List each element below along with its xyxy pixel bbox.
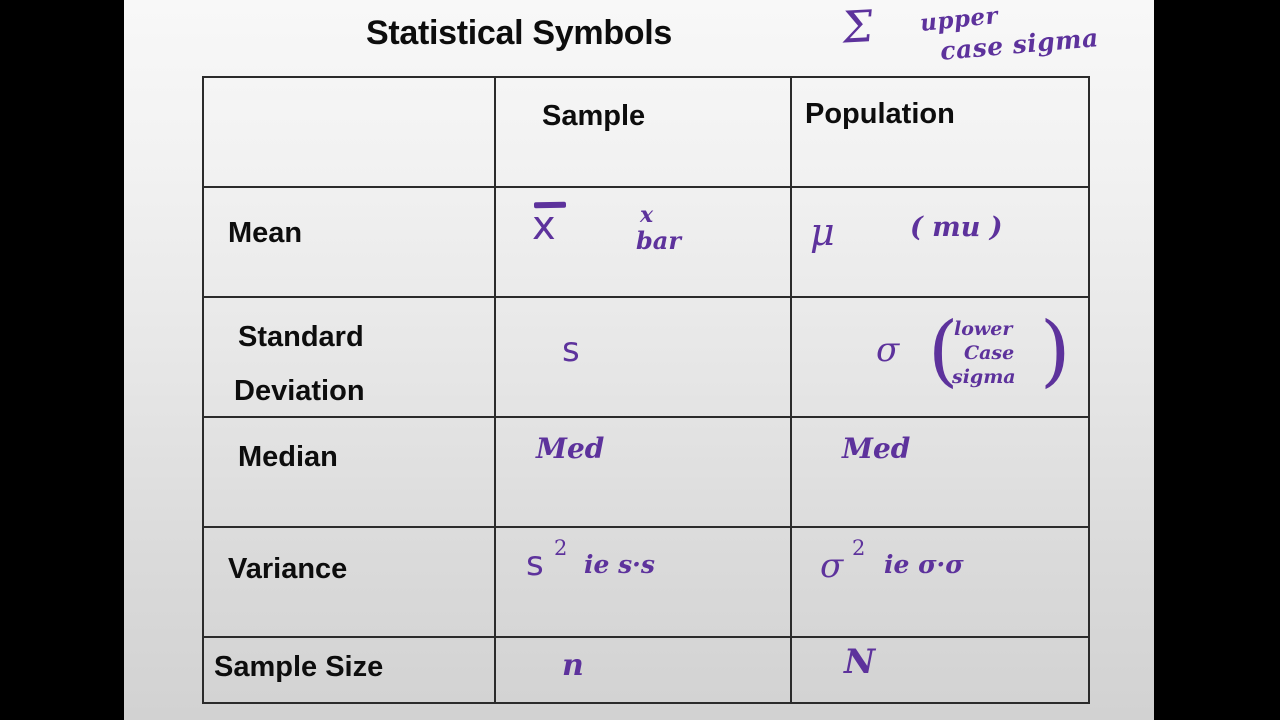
sample-size-n-symbol: n [562, 648, 584, 683]
slide-viewer: Statistical Symbols Σ upper case sigma S… [0, 0, 1280, 720]
paren-close: ) [1040, 306, 1071, 396]
s-symbol: s [562, 330, 580, 370]
row-label-cell-standard-deviation: Standard Deviation [204, 298, 496, 416]
median-sample-symbol: Med [536, 432, 605, 465]
row-label-cell-variance: Variance [204, 528, 496, 636]
sigma-note-line-1: lower [954, 318, 1013, 340]
population-cell-sample-size: N [792, 638, 1088, 702]
variance-population-suffix: ie σ·σ [884, 550, 964, 579]
sample-cell-standard-deviation: s [496, 298, 792, 416]
table-header-row: Sample Population [204, 78, 1088, 188]
row-label-median: Median [238, 441, 338, 473]
table-row-standard-deviation: Standard Deviation s σ ( ) lower Case si… [204, 298, 1088, 418]
sample-cell-median: Med [496, 418, 792, 526]
variance-sample-suffix: ie s·s [584, 550, 655, 579]
sample-cell-mean: x x bar [496, 188, 792, 296]
handwritten-sigma-annotation: Σ upper case sigma [839, 1, 1142, 72]
table-row-variance: Variance s 2 ie s·s σ 2 ie σ·σ [204, 528, 1088, 638]
slide-canvas: Statistical Symbols Σ upper case sigma S… [124, 0, 1154, 720]
sigma-note-line-2: Case [964, 342, 1015, 364]
row-label-standard: Standard [238, 321, 364, 353]
row-label-cell-sample-size: Sample Size [204, 638, 496, 702]
sample-cell-variance: s 2 ie s·s [496, 528, 792, 636]
variance-population-symbol: σ [820, 546, 844, 586]
table-row-mean: Mean x x bar μ ( mu ) [204, 188, 1088, 298]
population-cell-median: Med [792, 418, 1088, 526]
sample-cell-sample-size: n [496, 638, 792, 702]
row-label-mean: Mean [228, 217, 303, 249]
uppercase-sigma-icon: Σ [839, 1, 876, 54]
header-cell-blank [204, 78, 496, 186]
population-cell-mean: μ ( mu ) [792, 188, 1088, 296]
page-title: Statistical Symbols [365, 14, 673, 52]
header-sample-label: Sample [542, 100, 646, 132]
table-row-median: Median Med Med [204, 418, 1088, 528]
sigma-note-line-3: sigma [952, 366, 1016, 388]
population-cell-variance: σ 2 ie σ·σ [792, 528, 1088, 636]
letterbox-bar-left [0, 0, 124, 720]
sigma-symbol: σ [876, 330, 900, 370]
letterbox-bar-right [1154, 0, 1280, 720]
row-label-deviation: Deviation [234, 375, 365, 407]
statistical-symbols-table: Sample Population Mean x x bar μ (mu) … [202, 76, 1090, 704]
row-label-cell-median: Median [204, 418, 496, 526]
row-label-variance: Variance [228, 553, 348, 585]
x-bar-note-line-2: bar [636, 226, 681, 255]
variance-sample-exponent: 2 [554, 536, 568, 560]
header-cell-population: Population [792, 78, 1088, 186]
row-label-cell-mean: Mean [204, 188, 496, 296]
mu-symbol: μ [810, 210, 835, 254]
header-population-label: Population [805, 98, 955, 130]
x-bar-note-line-1: x [640, 202, 654, 228]
median-population-symbol: Med [842, 432, 911, 465]
header-cell-sample: Sample [496, 78, 792, 186]
row-label-sample-size: Sample Size [214, 651, 384, 683]
population-cell-standard-deviation: σ ( ) lower Case sigma [792, 298, 1088, 416]
x-glyph: x [532, 203, 556, 249]
mu-note: ( mu ) [910, 212, 1003, 243]
variance-sample-symbol: s [526, 544, 544, 584]
sample-size-N-symbol: N [844, 642, 876, 682]
variance-population-exponent: 2 [852, 536, 866, 560]
table-row-sample-size: Sample Size n N [204, 638, 1088, 702]
